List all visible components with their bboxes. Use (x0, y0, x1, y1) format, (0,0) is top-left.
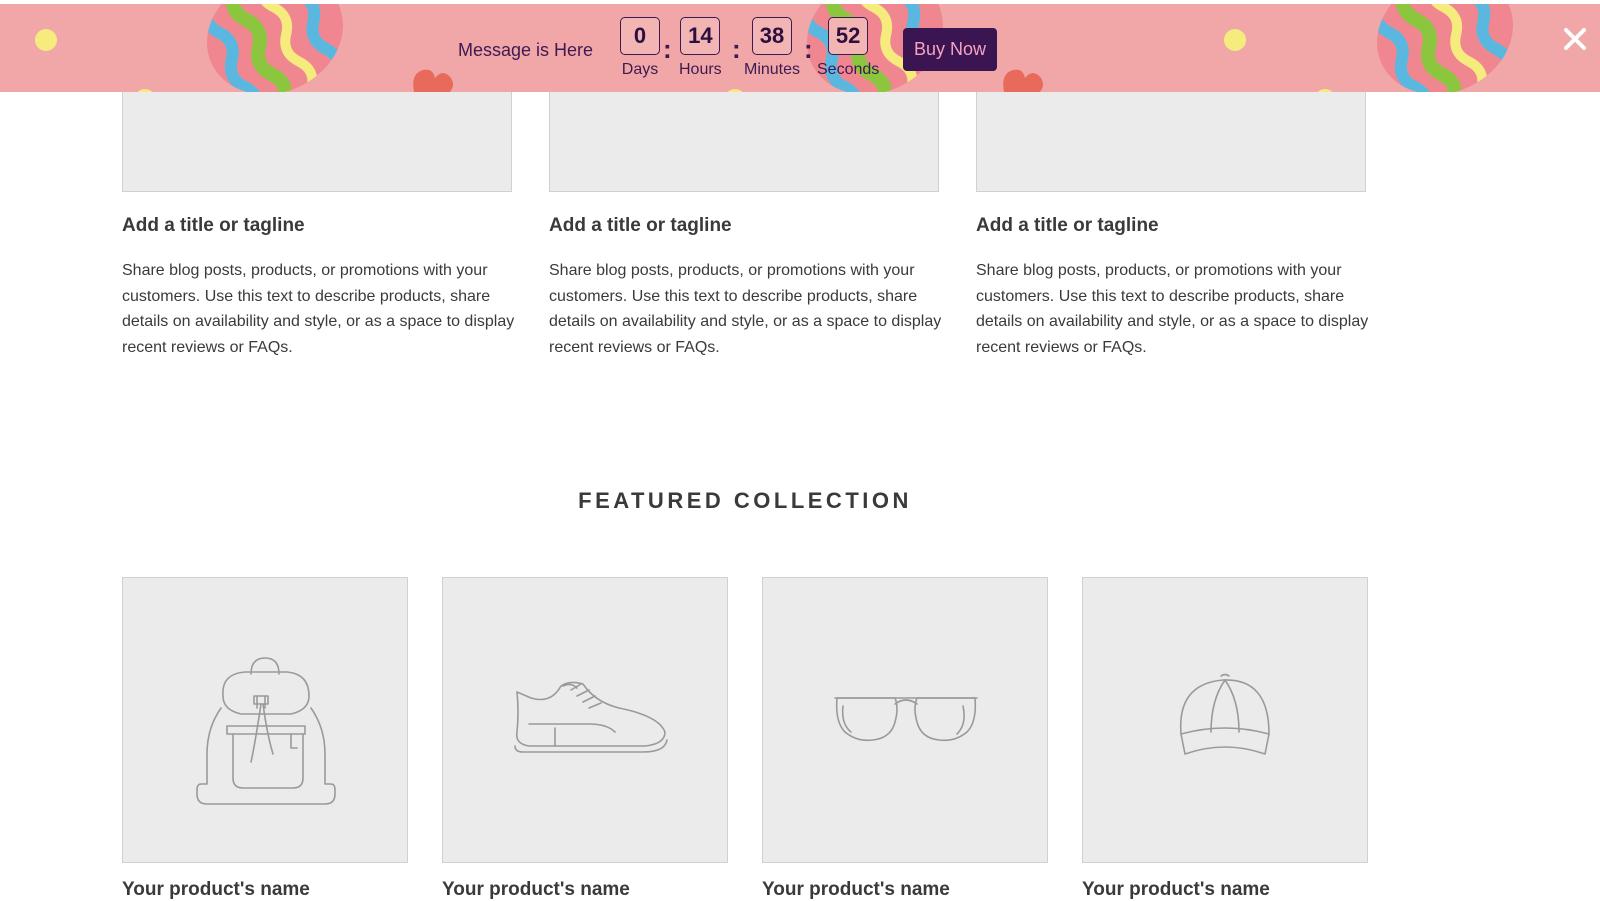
card-description: Share blog posts, products, or promotion… (549, 262, 942, 356)
product-image[interactable] (442, 577, 728, 863)
card-title: Add a title or tagline (122, 215, 305, 236)
featured-collection-title: FEATURED COLLECTION (578, 488, 912, 513)
product-name[interactable]: Your product's name (442, 879, 630, 901)
sunglasses-icon (834, 697, 978, 742)
hours-label: Hours (679, 61, 722, 78)
countdown-minutes: 38 Minutes (744, 17, 800, 79)
countdown-banner: Message is Here 0 Days : 14 Hours : 38 M… (0, 0, 1600, 92)
buy-now-button[interactable]: Buy Now (903, 28, 997, 71)
backpack-icon (196, 657, 336, 805)
days-label: Days (621, 61, 659, 78)
product-name[interactable]: Your product's name (122, 879, 310, 901)
product-image[interactable] (762, 577, 1048, 863)
countdown-days: 0 Days (620, 17, 660, 79)
minutes-value: 38 (752, 17, 793, 55)
card-title: Add a title or tagline (549, 215, 732, 236)
countdown-hours: 14 Hours (679, 17, 722, 79)
days-value: 0 (620, 17, 660, 55)
minutes-label: Minutes (744, 61, 801, 78)
product-image[interactable] (1082, 577, 1368, 863)
countdown-separator: : (732, 34, 741, 64)
countdown-separator: : (804, 34, 813, 64)
card-title: Add a title or tagline (976, 215, 1159, 236)
cap-icon (1179, 673, 1270, 755)
seconds-label: Seconds (817, 61, 880, 78)
hours-value: 14 (680, 17, 721, 55)
product-name[interactable]: Your product's name (1082, 879, 1270, 901)
countdown-seconds: 52 Seconds (817, 17, 879, 79)
product-name[interactable]: Your product's name (762, 879, 950, 901)
banner-message: Message is Here (458, 40, 594, 60)
close-icon[interactable] (1560, 24, 1590, 54)
seconds-value: 52 (828, 17, 869, 55)
product-image[interactable] (122, 577, 408, 863)
sneaker-icon (514, 681, 668, 753)
card-description: Share blog posts, products, or promotion… (976, 262, 1369, 356)
card-description: Share blog posts, products, or promotion… (122, 262, 515, 356)
countdown-separator: : (663, 34, 672, 64)
